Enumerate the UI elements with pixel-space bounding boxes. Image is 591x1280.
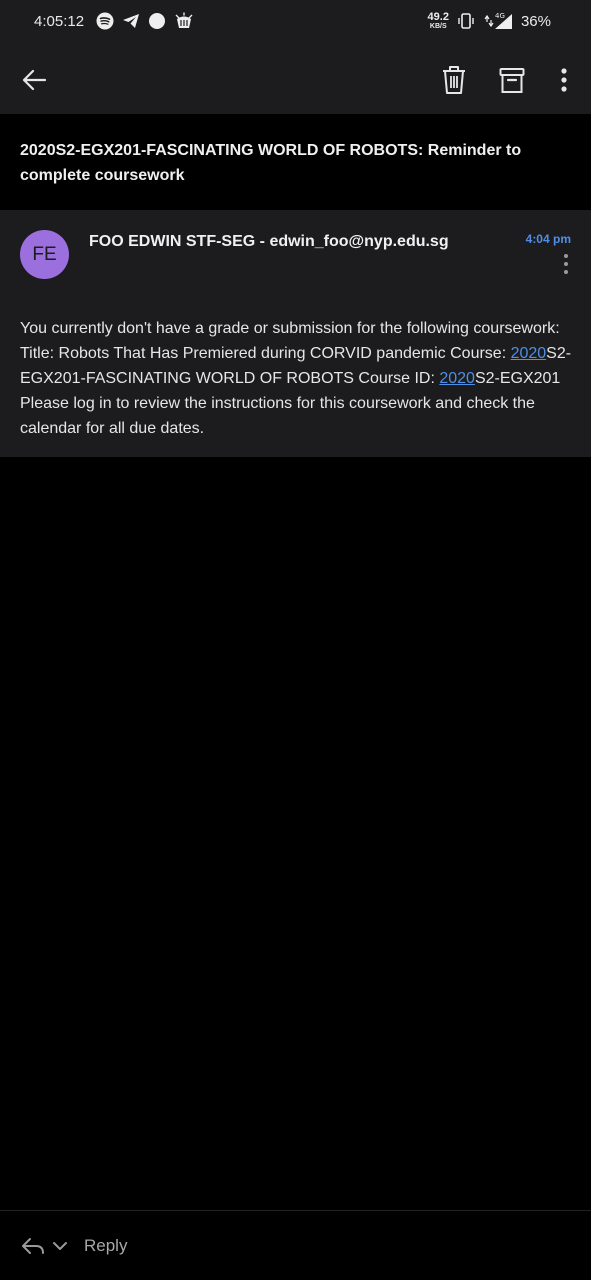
dot-icon <box>149 13 165 29</box>
body-text-part1: You currently don't have a grade or subm… <box>20 320 560 362</box>
signal-icon: 4G <box>484 12 512 29</box>
more-vert-icon[interactable] <box>550 64 578 96</box>
sender-name[interactable]: FOO EDWIN STF-SEG - edwin_foo@nyp.edu.sg <box>89 233 449 251</box>
vibrate-icon <box>458 13 474 29</box>
net-speed-value: 49.2 <box>427 11 449 23</box>
telegram-icon <box>123 14 139 28</box>
status-bar: 4:05:12 49.2 KB/S 4G 36% <box>0 0 591 46</box>
email-subject: 2020S2-EGX201-FASCINATING WORLD OF ROBOT… <box>20 142 522 184</box>
body-link-1[interactable]: 2020 <box>511 345 547 362</box>
email-body: You currently don't have a grade or subm… <box>20 316 575 441</box>
app-notification-icon <box>175 12 193 28</box>
trash-icon[interactable] <box>440 64 468 96</box>
avatar[interactable]: FE <box>20 230 69 279</box>
net-speed: 49.2 KB/S <box>427 11 449 31</box>
avatar-initials: FE <box>32 243 57 265</box>
notification-icons <box>96 12 194 30</box>
arrow-back-icon[interactable] <box>20 66 48 94</box>
status-time: 4:05:12 <box>34 13 85 30</box>
message-time: 4:04 pm <box>525 232 571 246</box>
archive-icon[interactable] <box>498 64 526 96</box>
app-toolbar <box>0 46 591 114</box>
body-link-2[interactable]: 2020 <box>439 370 475 387</box>
email-message: FE FOO EDWIN STF-SEG - edwin_foo@nyp.edu… <box>0 210 591 457</box>
footer-divider <box>0 1210 591 1211</box>
message-more-icon[interactable] <box>562 254 570 274</box>
battery-percent: 36% <box>520 12 551 30</box>
network-type: 4G <box>495 12 505 20</box>
reply-label: Reply <box>84 1236 128 1255</box>
system-icons: 49.2 KB/S 4G 36% <box>427 11 551 31</box>
reply-button[interactable]: Reply <box>20 1234 127 1258</box>
chevron-down-icon[interactable] <box>52 1240 68 1252</box>
reply-icon <box>22 1238 44 1254</box>
spotify-icon <box>96 12 114 30</box>
subject-header: 2020S2-EGX201-FASCINATING WORLD OF ROBOT… <box>0 114 591 210</box>
net-speed-unit: KB/S <box>429 23 447 30</box>
